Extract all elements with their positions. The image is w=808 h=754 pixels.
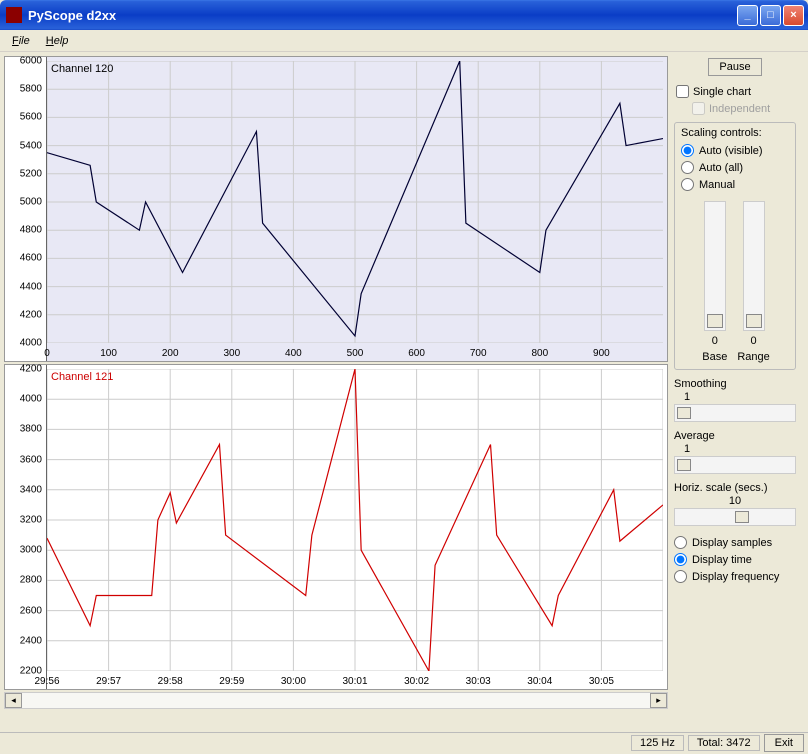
average-slider[interactable]: [674, 456, 796, 474]
hscale-label: Horiz. scale (secs.): [674, 482, 796, 494]
smoothing-slider-thumb[interactable]: [677, 407, 691, 419]
horizontal-scrollbar[interactable]: ◂ ▸: [4, 692, 668, 709]
app-icon: [6, 7, 22, 23]
hscale-value: 10: [674, 495, 796, 507]
radio-auto-visible-row[interactable]: Auto (visible): [681, 142, 791, 159]
statusbar: 125 Hz Total: 3472 Exit: [0, 732, 808, 752]
single-chart-label: Single chart: [693, 86, 751, 98]
pause-button[interactable]: Pause: [708, 58, 761, 76]
window-title: PyScope d2xx: [28, 8, 737, 23]
radio-display-time-row[interactable]: Display time: [674, 551, 796, 568]
maximize-button[interactable]: □: [760, 5, 781, 26]
side-panel: Pause Single chart Independent Scaling c…: [670, 52, 802, 732]
range-value: 0: [750, 335, 756, 347]
radio-display-frequency[interactable]: [674, 570, 687, 583]
scaling-controls-group: Scaling controls: Auto (visible) Auto (a…: [674, 122, 796, 370]
independent-checkbox-row: Independent: [674, 101, 796, 116]
independent-checkbox: [692, 102, 705, 115]
chart-channel-121: 2200240026002800300032003400360038004000…: [4, 364, 668, 690]
menu-help[interactable]: Help: [40, 33, 75, 49]
menu-file[interactable]: File: [6, 33, 36, 49]
average-value: 1: [674, 443, 796, 455]
radio-display-samples-row[interactable]: Display samples: [674, 534, 796, 551]
radio-display-samples[interactable]: [674, 536, 687, 549]
radio-auto-all-row[interactable]: Auto (all): [681, 159, 791, 176]
smoothing-slider[interactable]: [674, 404, 796, 422]
radio-display-time[interactable]: [674, 553, 687, 566]
scroll-right-button[interactable]: ▸: [650, 693, 667, 708]
single-chart-checkbox[interactable]: [676, 85, 689, 98]
menubar: File Help: [0, 30, 808, 52]
base-label: Base: [702, 351, 727, 363]
chart-column: 4000420044004600480050005200540056005800…: [0, 52, 670, 732]
base-value: 0: [712, 335, 718, 347]
radio-manual-row[interactable]: Manual: [681, 176, 791, 193]
hscale-slider[interactable]: [674, 508, 796, 526]
chart-title-121: Channel 121: [51, 371, 113, 383]
radio-auto-visible[interactable]: [681, 144, 694, 157]
single-chart-checkbox-row[interactable]: Single chart: [674, 84, 796, 99]
chart-channel-120: 4000420044004600480050005200540056005800…: [4, 56, 668, 362]
titlebar: PyScope d2xx _ □ ×: [0, 0, 808, 30]
close-button[interactable]: ×: [783, 5, 804, 26]
radio-display-frequency-row[interactable]: Display frequency: [674, 568, 796, 585]
scroll-track[interactable]: [22, 693, 650, 708]
range-slider[interactable]: [743, 201, 765, 331]
average-label: Average: [674, 430, 796, 442]
minimize-button[interactable]: _: [737, 5, 758, 26]
smoothing-label: Smoothing: [674, 378, 796, 390]
exit-button[interactable]: Exit: [764, 734, 804, 752]
scroll-left-button[interactable]: ◂: [5, 693, 22, 708]
hscale-slider-thumb[interactable]: [735, 511, 749, 523]
smoothing-value: 1: [674, 391, 796, 403]
radio-manual[interactable]: [681, 178, 694, 191]
status-total: Total: 3472: [688, 735, 760, 751]
base-slider-thumb[interactable]: [707, 314, 723, 328]
range-label: Range: [737, 351, 769, 363]
average-slider-thumb[interactable]: [677, 459, 691, 471]
scaling-title: Scaling controls:: [681, 127, 791, 139]
independent-label: Independent: [709, 103, 770, 115]
status-hz: 125 Hz: [631, 735, 684, 751]
radio-auto-all[interactable]: [681, 161, 694, 174]
chart-title-120: Channel 120: [51, 63, 113, 75]
base-slider[interactable]: [704, 201, 726, 331]
range-slider-thumb[interactable]: [746, 314, 762, 328]
